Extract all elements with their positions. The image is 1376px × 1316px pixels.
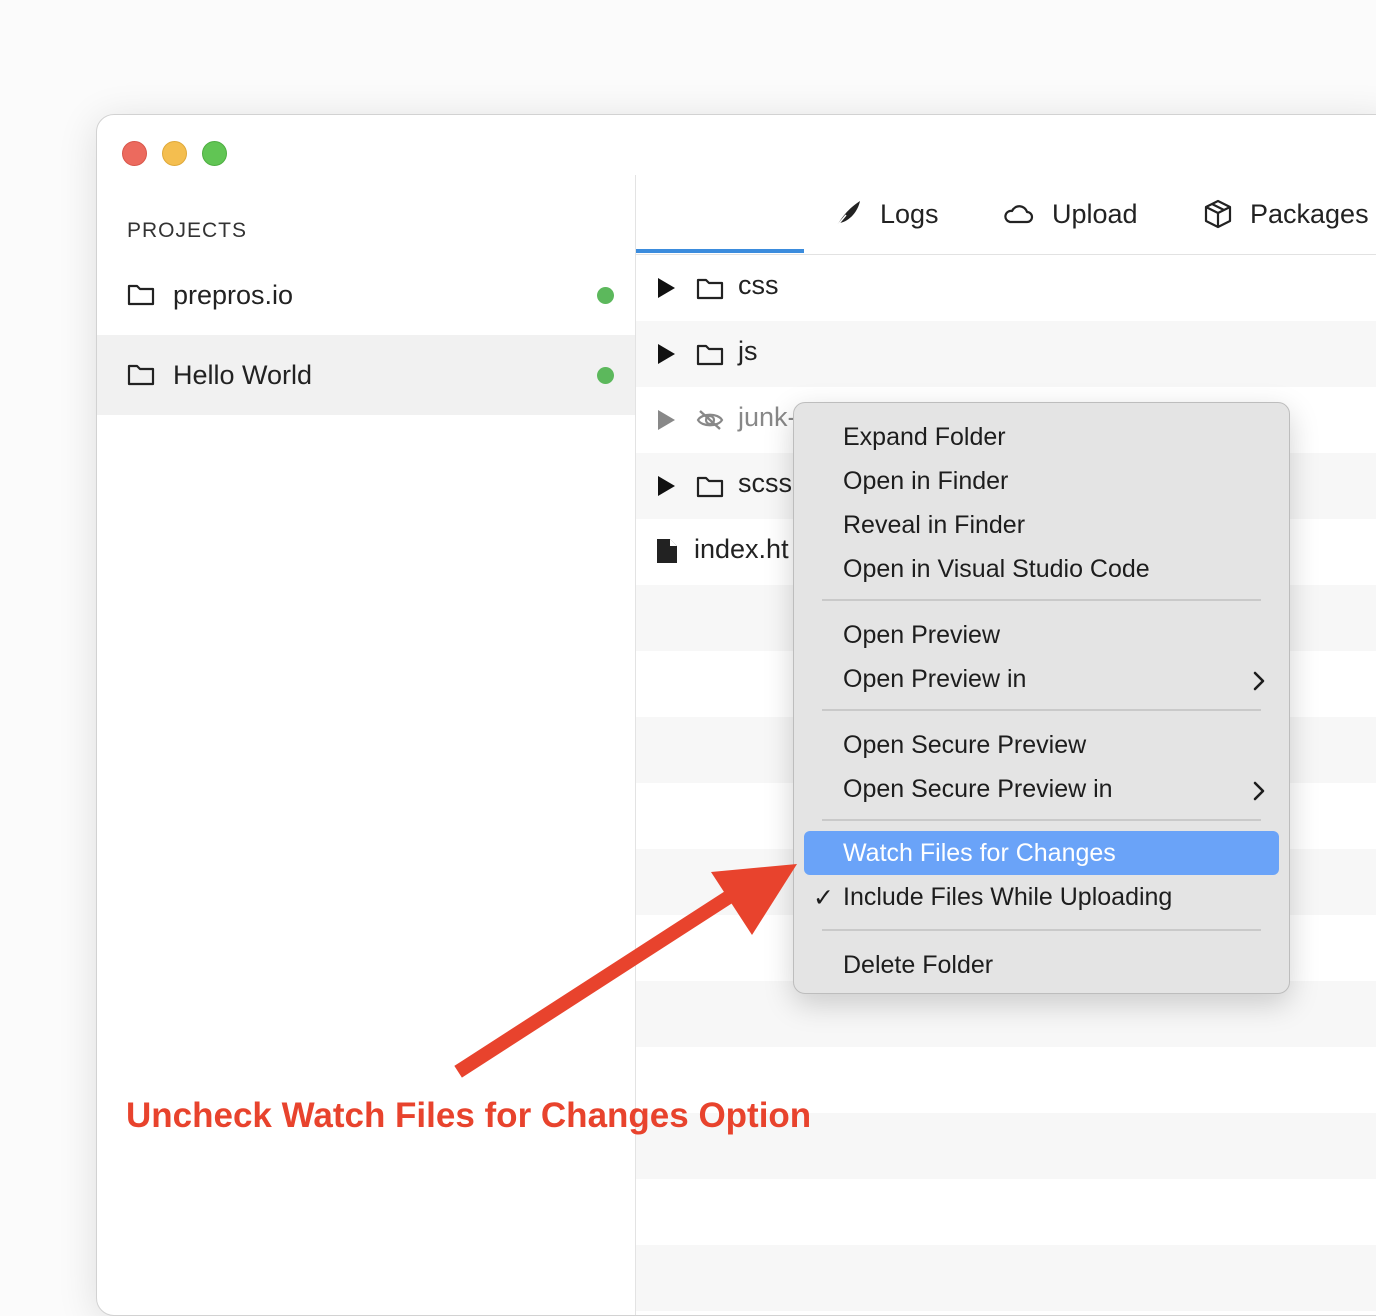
- annotation-text: Uncheck Watch Files for Changes Option: [126, 1096, 812, 1135]
- annotation-arrow: [454, 864, 797, 1078]
